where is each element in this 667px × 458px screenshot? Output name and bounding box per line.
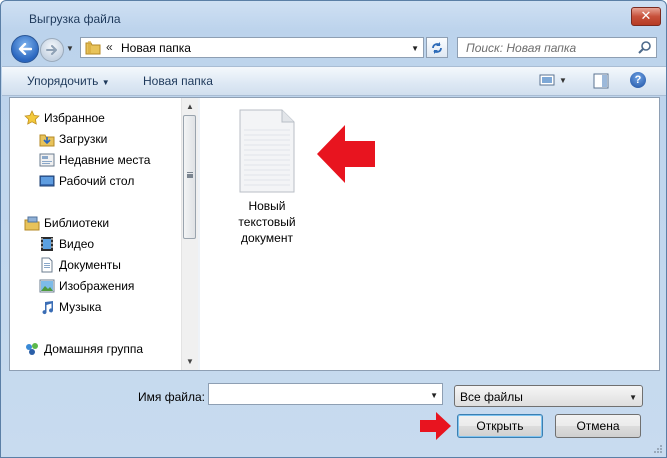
- nav-item-label: Изображения: [59, 279, 135, 293]
- scroll-down-icon[interactable]: ▼: [186, 357, 194, 366]
- nav-item-label: Документы: [59, 258, 121, 272]
- close-button[interactable]: ✕: [631, 7, 661, 26]
- breadcrumb-current[interactable]: Новая папка: [121, 41, 191, 55]
- file-upload-dialog: Выгрузка файла ✕ ▼ « Новая папка ▼ Поиск…: [0, 0, 667, 458]
- homegroup-icon: [26, 343, 38, 355]
- cancel-button[interactable]: Отмена: [555, 414, 641, 438]
- chevron-down-icon[interactable]: ▼: [411, 44, 419, 53]
- forward-button[interactable]: [40, 38, 64, 62]
- arrow-left-icon: [18, 43, 32, 55]
- nav-item-label: Музыка: [59, 300, 102, 314]
- organize-menu[interactable]: Упорядочить ▼: [27, 74, 110, 88]
- help-button[interactable]: ?: [630, 72, 646, 88]
- arrow-right-icon: [46, 45, 57, 55]
- scroll-thumb[interactable]: [183, 115, 196, 239]
- nav-favorites[interactable]: Избранное: [24, 109, 105, 127]
- file-name: Новый текстовый документ: [238, 198, 295, 246]
- close-icon: ✕: [640, 9, 652, 24]
- refresh-button[interactable]: [426, 37, 448, 58]
- text-document-icon: [239, 109, 295, 193]
- pictures-icon: [39, 279, 55, 293]
- cancel-button-label: Отмена: [576, 419, 620, 433]
- search-input[interactable]: Поиск: Новая папка: [466, 41, 576, 55]
- resize-grip-icon[interactable]: [653, 444, 663, 454]
- nav-homegroup[interactable]: Домашняя группа: [24, 340, 143, 358]
- nav-item-label: Загрузки: [59, 132, 108, 146]
- annotation-arrow-right-icon: [420, 412, 451, 440]
- window-title: Выгрузка файла: [29, 12, 121, 26]
- filename-label: Имя файла:: [138, 390, 205, 404]
- chevron-down-icon[interactable]: ▼: [430, 391, 438, 400]
- desktop-icon: [39, 175, 55, 187]
- command-bar: Упорядочить ▼ Новая папка ▼ ?: [2, 66, 666, 96]
- downloads-folder-icon: [39, 134, 55, 147]
- nav-videos[interactable]: Видео: [39, 235, 94, 253]
- title-bar[interactable]: Выгрузка файла ✕: [1, 1, 666, 33]
- video-icon: [41, 237, 53, 251]
- recent-pages-button[interactable]: ▼: [65, 43, 75, 53]
- pane-splitter[interactable]: [198, 98, 200, 370]
- address-bar[interactable]: « Новая папка ▼: [80, 37, 424, 58]
- nav-homegroup-label: Домашняя группа: [44, 342, 144, 356]
- preview-pane-icon: [593, 73, 609, 89]
- star-icon: [24, 110, 40, 125]
- navigation-bar: ▼ « Новая папка ▼ Поиск: Новая папка: [1, 34, 666, 63]
- view-icon: [539, 74, 555, 86]
- filetype-select[interactable]: Все файлы ▼: [454, 385, 643, 407]
- documents-icon: [41, 257, 53, 273]
- nav-recent-places[interactable]: Недавние места: [39, 151, 150, 169]
- file-item[interactable]: Новый текстовый документ: [227, 108, 307, 246]
- libraries-icon: [24, 216, 40, 231]
- nav-downloads[interactable]: Загрузки: [39, 130, 107, 148]
- search-icon: [638, 41, 651, 54]
- content-area: Избранное Загрузки Недавние места Рабочи…: [9, 97, 660, 371]
- nav-libraries[interactable]: Библиотеки: [24, 214, 109, 232]
- nav-scrollbar[interactable]: ▲ ▼: [181, 98, 198, 370]
- nav-pictures[interactable]: Изображения: [39, 277, 134, 295]
- help-icon: ?: [634, 74, 642, 86]
- recent-places-icon: [39, 153, 55, 167]
- nav-documents[interactable]: Документы: [39, 256, 121, 274]
- folder-icon: [85, 41, 101, 55]
- navigation-pane: Избранное Загрузки Недавние места Рабочи…: [10, 98, 198, 370]
- music-icon: [42, 301, 53, 315]
- open-button-label: Открыть: [476, 419, 524, 433]
- filetype-selected: Все файлы: [460, 390, 523, 404]
- file-name-line: Новый: [248, 199, 286, 213]
- chevron-down-icon: ▼: [629, 393, 637, 402]
- organize-label: Упорядочить: [27, 74, 99, 88]
- annotation-arrow-left-icon: [317, 125, 375, 183]
- chevron-down-icon: ▼: [559, 75, 567, 85]
- open-button[interactable]: Открыть: [457, 414, 543, 438]
- nav-item-label: Рабочий стол: [59, 174, 135, 188]
- search-box[interactable]: Поиск: Новая папка: [457, 37, 657, 58]
- new-folder-button[interactable]: Новая папка: [143, 74, 213, 88]
- chevron-down-icon: ▼: [101, 78, 110, 87]
- nav-favorites-label: Избранное: [44, 111, 105, 125]
- file-name-line: текстовый: [238, 215, 296, 229]
- breadcrumb-overflow[interactable]: «: [106, 40, 113, 54]
- nav-libraries-label: Библиотеки: [44, 216, 110, 230]
- nav-item-label: Недавние места: [59, 153, 151, 167]
- back-button[interactable]: [11, 35, 39, 63]
- filename-field[interactable]: ▼: [208, 383, 443, 405]
- nav-music[interactable]: Музыка: [39, 298, 101, 316]
- chevron-down-icon: ▼: [66, 43, 74, 53]
- nav-desktop[interactable]: Рабочий стол: [39, 172, 134, 190]
- preview-pane-button[interactable]: [593, 73, 609, 92]
- nav-item-label: Видео: [59, 237, 95, 251]
- change-view-button[interactable]: ▼: [539, 73, 567, 87]
- scroll-up-icon[interactable]: ▲: [186, 102, 194, 111]
- file-name-line: документ: [241, 231, 293, 245]
- refresh-icon: [432, 41, 442, 54]
